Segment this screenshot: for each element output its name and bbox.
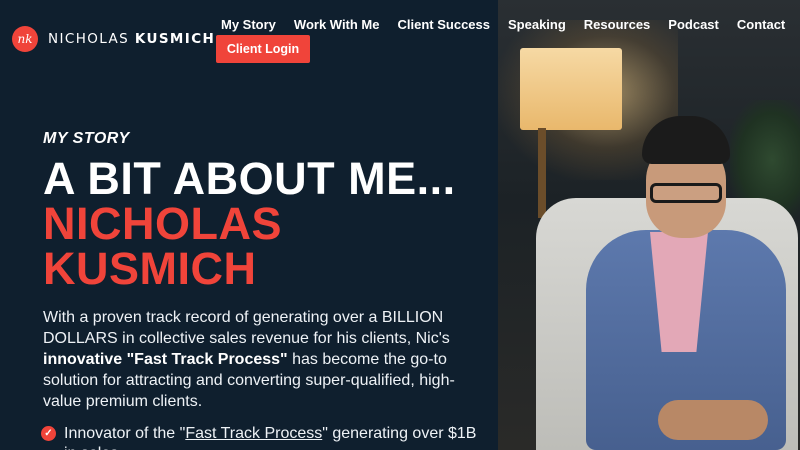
bullet-text-before: Innovator of the " <box>64 425 186 442</box>
intro-text-1: With a proven track record of generating… <box>43 309 450 347</box>
list-item: ✓ Innovator of the "Fast Track Process" … <box>41 424 481 450</box>
person-glasses <box>650 183 722 203</box>
site-logo[interactable]: nk NICHOLAS KUSMICH <box>12 26 215 52</box>
section-eyebrow: MY STORY <box>43 130 130 147</box>
headline-accent: NICHOLAS KUSMICH <box>43 198 282 294</box>
nav-resources[interactable]: Resources <box>575 17 659 32</box>
check-circle-icon: ✓ <box>41 426 56 441</box>
logo-text: NICHOLAS KUSMICH <box>48 31 215 47</box>
page-title: A BIT ABOUT ME... NICHOLAS KUSMICH <box>43 156 493 291</box>
nav-work-with-me[interactable]: Work With Me <box>285 17 389 32</box>
intro-bold: innovative "Fast Track Process" <box>43 351 288 368</box>
logo-last-name: KUSMICH <box>134 31 216 47</box>
fast-track-link[interactable]: Fast Track Process <box>185 425 322 442</box>
intro-paragraph: With a proven track record of generating… <box>43 307 473 412</box>
nav-my-story[interactable]: My Story <box>212 17 285 32</box>
logo-mark-icon: nk <box>12 26 38 52</box>
hero-photo <box>498 0 800 450</box>
logo-first-name: NICHOLAS <box>48 31 130 47</box>
bullet-text: Innovator of the "Fast Track Process" ge… <box>64 424 481 450</box>
client-login-button[interactable]: Client Login <box>216 35 310 63</box>
nav-client-success[interactable]: Client Success <box>389 17 500 32</box>
main-nav: My Story Work With Me Client Success Spe… <box>212 17 794 32</box>
nav-contact[interactable]: Contact <box>728 17 794 32</box>
nav-speaking[interactable]: Speaking <box>499 17 575 32</box>
lamp-shade <box>520 48 622 130</box>
person-hands <box>658 400 768 440</box>
lamp-pole <box>538 128 546 218</box>
headline-white: A BIT ABOUT ME... <box>43 153 456 204</box>
nav-podcast[interactable]: Podcast <box>659 17 728 32</box>
